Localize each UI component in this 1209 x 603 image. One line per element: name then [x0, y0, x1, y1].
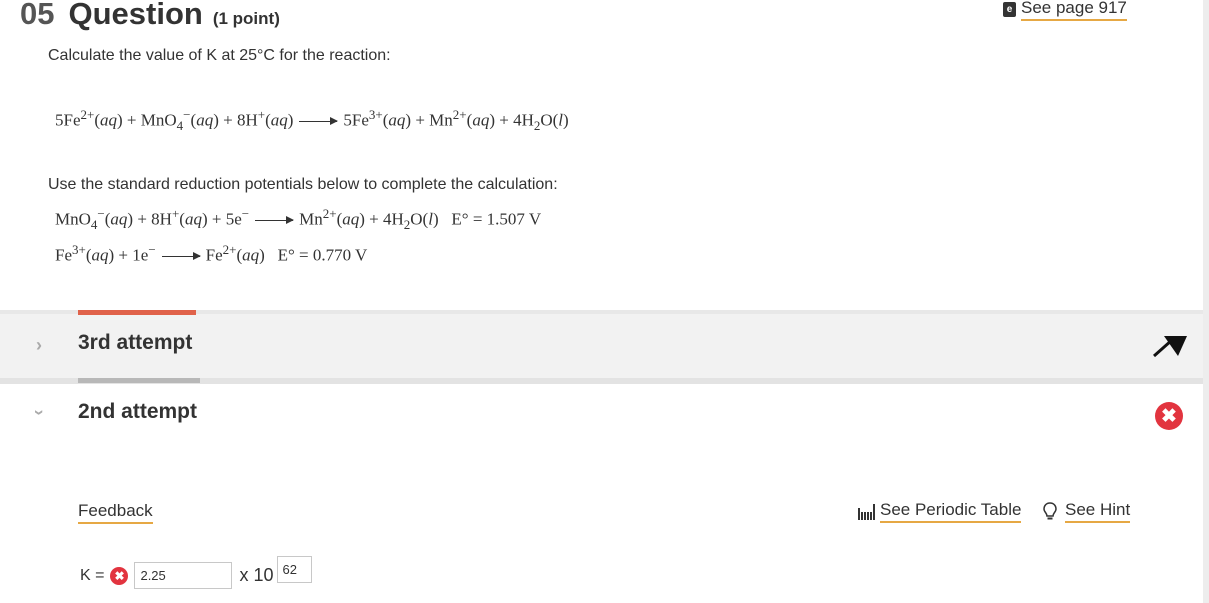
chevron-down-icon[interactable]: ›: [29, 410, 50, 416]
third-attempt-title[interactable]: 3rd attempt: [78, 331, 192, 355]
see-page-link[interactable]: e See page 917: [1003, 0, 1127, 21]
hint-label: See Hint: [1065, 500, 1131, 523]
second-attempt-title[interactable]: 2nd attempt: [78, 400, 197, 424]
e-value-1: E° = 1.507 V: [451, 209, 542, 229]
exponent-input[interactable]: [276, 556, 312, 583]
incorrect-icon: ✖: [1155, 402, 1183, 430]
e-value-2: E° = 0.770 V: [277, 245, 368, 265]
ebook-icon: e: [1003, 2, 1016, 17]
periodic-table-icon: [858, 503, 875, 520]
lightbulb-icon: [1043, 502, 1057, 520]
scrollbar-track[interactable]: [1203, 0, 1209, 603]
see-page-label: See page 917: [1021, 0, 1127, 21]
question-points: (1 point): [212, 9, 280, 28]
question-number: 05: [20, 0, 55, 31]
question-prompt: Calculate the value of K at 25°C for the…: [48, 47, 391, 64]
answer-row: K = ✖ x 10: [80, 556, 312, 589]
mantissa-input[interactable]: [134, 562, 233, 589]
third-attempt-accent: [78, 310, 196, 315]
second-attempt-accent: [78, 378, 200, 383]
hint-link[interactable]: See Hint: [1043, 500, 1131, 523]
periodic-table-link[interactable]: See Periodic Table: [858, 500, 1022, 523]
question-title: Question: [68, 0, 203, 31]
times-ten-label: x 10: [239, 565, 274, 585]
instructions-text: Use the standard reduction potentials be…: [48, 176, 558, 193]
k-label: K =: [80, 566, 105, 584]
half-reaction-fe: Fe3+(aq) + 1e− Fe2+(aq) E° = 0.770 V: [55, 242, 368, 265]
overall-reaction: 5Fe2+(aq) + MnO4−(aq) + 8H+(aq) 5Fe3+(aq)…: [55, 107, 569, 134]
feedback-link[interactable]: Feedback: [78, 501, 153, 524]
question-header: 05 Question (1 point): [20, 0, 280, 32]
periodic-table-label: See Periodic Table: [880, 500, 1022, 523]
chevron-right-icon[interactable]: ›: [36, 335, 42, 356]
incorrect-answer-icon: ✖: [110, 566, 129, 585]
half-reaction-mno4: MnO4−(aq) + 8H+(aq) + 5e− Mn2+(aq) + 4H2O…: [55, 206, 542, 233]
arrow-cursor-icon: [1153, 336, 1187, 358]
